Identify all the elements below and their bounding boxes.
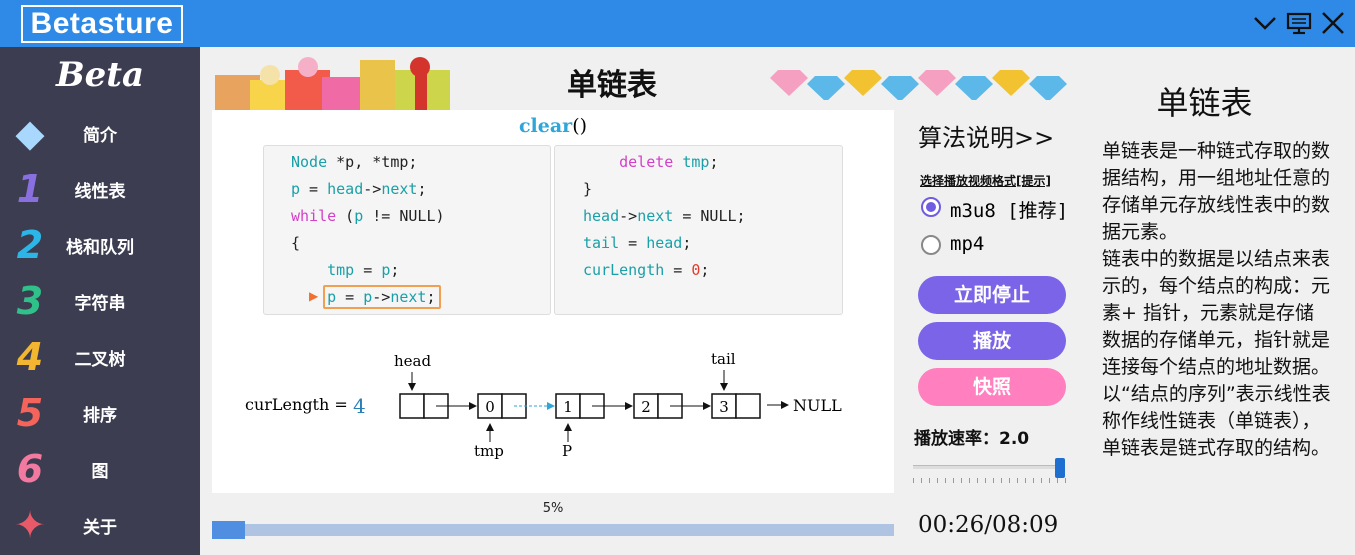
- sidebar-item-2[interactable]: 1 线性表: [0, 164, 200, 214]
- sidebar-item-3[interactable]: 2 栈和队列: [0, 220, 200, 270]
- sidebar-item-6[interactable]: 5 排序: [0, 388, 200, 438]
- code-line: tmp = p;: [291, 261, 400, 279]
- code-line: }: [583, 180, 593, 198]
- play-button[interactable]: 播放: [918, 322, 1066, 360]
- monitor-icon[interactable]: [1285, 9, 1313, 37]
- sidebar-item-5[interactable]: 4 二叉树: [0, 332, 200, 382]
- code-line: p = head->next;: [291, 180, 427, 198]
- progress-bar[interactable]: [212, 521, 894, 539]
- number-5-icon: 5: [16, 391, 44, 435]
- sidebar-item-label: 字符串: [74, 293, 126, 314]
- sidebar-logo: Beta: [55, 55, 145, 95]
- null-label: NULL: [793, 396, 842, 415]
- sidebar-item-label: 关于: [83, 517, 117, 538]
- number-4-icon: 4: [16, 335, 44, 379]
- linked-list-diagram: curLength = 4 head tail 0 1 2 3 NULL tmp P: [245, 350, 842, 460]
- tmp-pointer-label: tmp: [474, 442, 504, 460]
- origami-bird-icon: ✦: [14, 503, 46, 547]
- number-3-icon: 3: [16, 279, 44, 323]
- sidebar-item-8[interactable]: ✦ 关于: [0, 500, 200, 550]
- code-line: delete tmp;: [583, 153, 719, 171]
- speed-slider-track[interactable]: [913, 465, 1065, 469]
- radio-m3u8-label[interactable]: m3u8 [推荐]: [950, 196, 1068, 223]
- curlength-value: 4: [353, 394, 366, 418]
- sidebar-item-1[interactable]: ◆ 简介: [0, 108, 200, 158]
- description-text: 单链表是一种链式存取的数据结构，用一组地址任意的存储单元存放线性表中的数据元素。…: [1102, 138, 1332, 462]
- p-pointer-label: P: [562, 442, 572, 460]
- progress-label: 5%: [542, 501, 564, 516]
- number-1-icon: 1: [16, 167, 44, 211]
- code-line: tail = head;: [583, 234, 692, 252]
- current-line-highlight: [323, 285, 441, 309]
- node-value: 1: [563, 398, 573, 416]
- diamonds-decoration: [770, 70, 1067, 100]
- code-panel-right: delete tmp;} head->next = NULL; tail = hea…: [554, 145, 843, 315]
- code-line: {: [291, 234, 301, 252]
- list-node: 0: [477, 393, 527, 419]
- sidebar-item-label: 图: [91, 461, 109, 482]
- description-paragraph: 链表中的数据是以结点来表示的，每个结点的构成：元素+ 指针，元素就是存储数据的存…: [1102, 248, 1331, 378]
- sidebar-item-label: 二叉树: [74, 349, 126, 370]
- node-value: 0: [485, 398, 495, 416]
- speed-slider-ticks: [913, 478, 1066, 484]
- number-6-icon: 6: [16, 447, 44, 491]
- description-paragraph: 以“结点的序列”表示线性表称作线性链表（单链表），单链表是链式存取的结构。: [1102, 383, 1331, 459]
- video-format-label[interactable]: 选择播放视频格式[提示]: [920, 172, 1051, 189]
- speed-label: 播放速率：2.0: [914, 429, 1030, 449]
- radio-mp4[interactable]: [921, 235, 941, 255]
- close-icon[interactable]: [1319, 9, 1347, 37]
- description-title: 单链表: [1156, 84, 1253, 122]
- list-node: 3: [711, 393, 761, 419]
- sidebar: Beta ◆ 简介 1 线性表 2 栈和队列 3 字符串 4 二叉树 5 排序 6 图 ✦ 关于: [0, 47, 200, 555]
- chevron-down-icon[interactable]: [1251, 9, 1279, 37]
- sidebar-item-label: 线性表: [74, 181, 126, 202]
- gift-boxes-decoration: [215, 57, 450, 110]
- snapshot-button[interactable]: 快照: [918, 368, 1066, 406]
- code-line: while (p != NULL): [291, 207, 445, 225]
- sidebar-item-7[interactable]: 6图: [0, 444, 200, 494]
- function-header: clear(): [212, 115, 894, 137]
- tail-pointer-label: tail: [711, 350, 736, 368]
- brand-logo: Betasture: [21, 5, 183, 43]
- current-line-arrow-icon: ▶: [309, 289, 319, 303]
- page-title: 单链表: [567, 68, 657, 103]
- sidebar-item-4[interactable]: 3 字符串: [0, 276, 200, 326]
- description-paragraph: 单链表是一种链式存取的数据结构，用一组地址任意的存储单元存放线性表中的数据元素。: [1102, 140, 1331, 243]
- radio-m3u8[interactable]: [921, 197, 941, 217]
- diamond-icon: ◆: [15, 111, 45, 155]
- function-name: clear: [518, 115, 573, 137]
- speed-slider-thumb[interactable]: [1055, 458, 1065, 478]
- function-parens: (): [572, 115, 588, 137]
- sidebar-item-label: 简介: [83, 125, 117, 146]
- sidebar-item-label: 排序: [83, 405, 117, 426]
- algorithm-explanation-link[interactable]: 算法说明>>: [918, 118, 1054, 153]
- window-controls: [1251, 9, 1347, 37]
- radio-mp4-label[interactable]: mp4: [950, 233, 984, 255]
- code-line: Node *p, *tmp;: [291, 153, 418, 171]
- node-value: 2: [641, 398, 651, 416]
- node-value: 3: [719, 398, 729, 416]
- progress-fill: [212, 521, 245, 539]
- playback-time: 00:26/08:09: [918, 512, 1059, 538]
- sidebar-item-label: 栈和队列: [66, 237, 134, 258]
- code-line: head->next = NULL;: [583, 207, 746, 225]
- curlength-label: curLength =: [245, 395, 348, 414]
- title-bar: Betasture: [0, 0, 1355, 47]
- stop-button[interactable]: 立即停止: [918, 276, 1066, 314]
- number-2-icon: 2: [16, 223, 44, 267]
- head-pointer-label: head: [394, 352, 431, 370]
- code-line: curLength = 0;: [583, 261, 710, 279]
